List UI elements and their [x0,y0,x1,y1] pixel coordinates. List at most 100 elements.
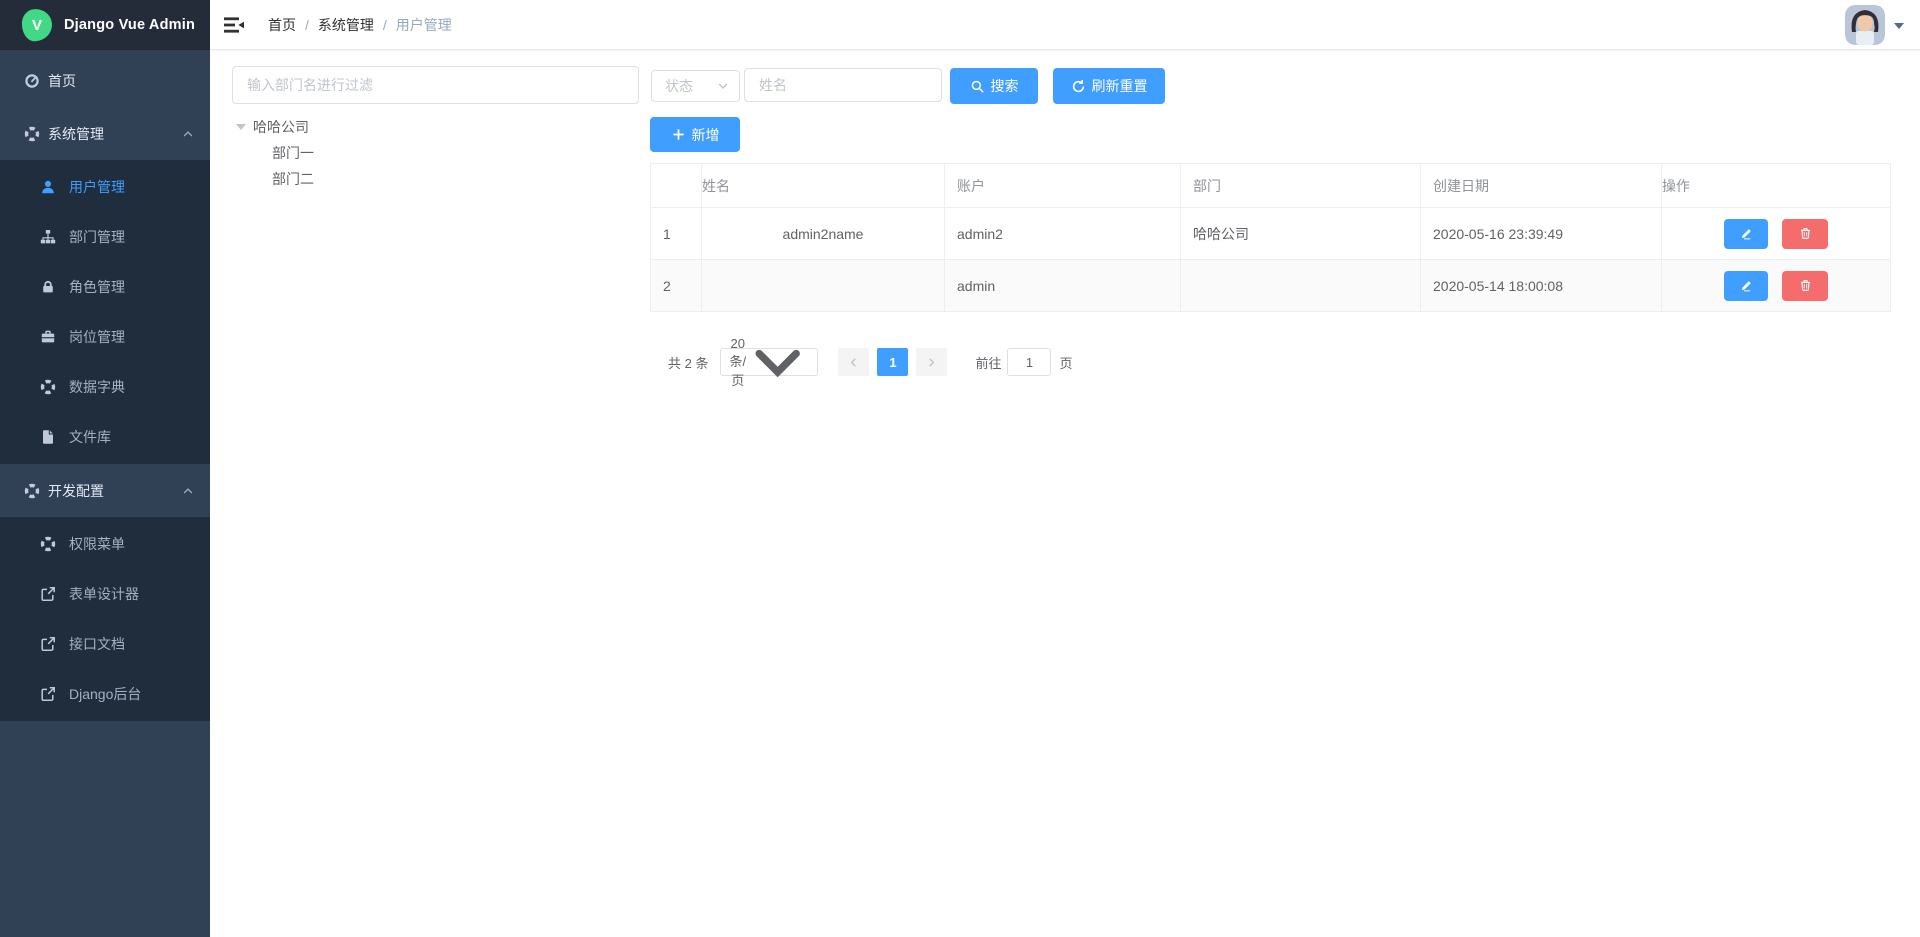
table-row: 2 admin 2020-05-14 18:00:08 [651,260,1891,312]
breadcrumb: 首页 / 系统管理 / 用户管理 [268,0,452,50]
cell-index: 1 [651,208,702,260]
breadcrumb-item-system[interactable]: 系统管理 [318,15,374,35]
lock-icon [40,279,56,295]
sidebar-item-label: 数据字典 [69,377,125,397]
table-row: 1 admin2name admin2 哈哈公司 2020-05-16 23:3… [651,208,1891,260]
external-link-icon [40,636,56,652]
lifebuoy-icon [40,379,56,395]
avatar[interactable] [1845,5,1885,45]
delete-button[interactable] [1782,271,1828,301]
pencil-icon [1740,227,1753,240]
sidebar-item-label: Django后台 [69,684,141,704]
name-filter-input[interactable] [744,68,942,102]
sidebar-item-django-admin[interactable]: Django后台 [0,669,210,719]
submenu-system-mgmt: 用户管理 部门管理 角色管理 岗位管理 数据字典 文件库 [0,160,210,464]
sidebar-item-label: 权限菜单 [69,534,125,554]
col-header-name: 姓名 [702,164,945,208]
plus-icon [671,127,686,142]
chevron-right-icon [926,357,937,368]
page-number-current[interactable]: 1 [877,348,908,376]
sidebar-item-home[interactable]: 首页 [0,54,210,107]
trash-icon [1799,279,1812,292]
caret-down-icon[interactable] [1894,23,1904,29]
user-icon [40,179,56,195]
search-button-label: 搜索 [991,76,1019,96]
sidebar: V Django Vue Admin 首页 系统管理 用户管理 部门管理 角色管… [0,0,210,937]
tree-node-label: 哈哈公司 [253,117,309,137]
tree-node-label: 部门二 [272,169,314,189]
goto-page-input[interactable] [1007,348,1051,376]
breadcrumb-item-current: 用户管理 [396,15,452,35]
sidebar-item-dev-config[interactable]: 开发配置 [0,464,210,517]
dashboard-icon [24,73,40,89]
sidebar-item-label: 开发配置 [48,481,104,501]
tree-node-root[interactable]: 哈哈公司 [230,114,314,140]
topbar [210,0,1920,50]
chevron-up-icon [182,485,194,497]
lifebuoy-icon [24,483,40,499]
edit-button[interactable] [1724,271,1768,301]
sidebar-item-role-mgmt[interactable]: 角色管理 [0,262,210,312]
chevron-down-icon [746,287,809,437]
pencil-icon [1740,279,1753,292]
search-icon [970,79,985,94]
org-chart-icon [40,229,56,245]
edit-button[interactable] [1724,219,1768,249]
cell-name: admin2name [702,208,945,260]
sidebar-item-dept-mgmt[interactable]: 部门管理 [0,212,210,262]
table-header-row: 姓名 账户 部门 创建日期 操作 [651,164,1891,208]
col-header-dept: 部门 [1181,164,1421,208]
delete-button[interactable] [1782,219,1828,249]
document-icon [40,429,56,445]
sidebar-item-api-docs[interactable]: 接口文档 [0,619,210,669]
sidebar-collapse-icon[interactable] [224,15,245,35]
user-table: 姓名 账户 部门 创建日期 操作 1 admin2name admin2 哈哈公… [650,163,1890,312]
submenu-dev-config: 权限菜单 表单设计器 接口文档 Django后台 [0,517,210,721]
chevron-up-icon [182,128,194,140]
sidebar-item-system-mgmt[interactable]: 系统管理 [0,107,210,160]
refresh-reset-button[interactable]: 刷新重置 [1053,68,1165,104]
col-header-index [651,164,702,208]
sidebar-item-data-dict[interactable]: 数据字典 [0,362,210,412]
breadcrumb-item-home[interactable]: 首页 [268,15,296,35]
col-header-account: 账户 [945,164,1181,208]
app-logo-letter: V [32,17,42,34]
tree-node-label: 部门一 [272,143,314,163]
page-unit-label: 页 [1059,353,1072,372]
dept-filter-input[interactable] [232,66,639,104]
pagination-total: 共 2 条 [668,353,708,372]
tree-node-child[interactable]: 部门二 [230,166,314,192]
cell-created: 2020-05-16 23:39:49 [1421,208,1662,260]
app-logo-icon: V [20,8,53,43]
sidebar-item-label: 文件库 [69,427,111,447]
page-size-select[interactable]: 20条/页 [720,348,818,376]
caret-down-icon[interactable] [236,124,246,130]
sidebar-item-post-mgmt[interactable]: 岗位管理 [0,312,210,362]
search-button[interactable]: 搜索 [950,68,1038,104]
sidebar-item-perm-menu[interactable]: 权限菜单 [0,519,210,569]
sidebar-item-label: 用户管理 [69,177,125,197]
cell-account: admin [945,260,1181,312]
sidebar-item-user-mgmt[interactable]: 用户管理 [0,162,210,212]
sidebar-item-label: 部门管理 [69,227,125,247]
breadcrumb-separator: / [305,17,309,33]
lifebuoy-icon [24,126,40,142]
cell-dept [1181,260,1421,312]
refresh-reset-label: 刷新重置 [1092,76,1148,96]
goto-label: 前往 [975,353,1001,372]
status-select[interactable]: 状态 [651,70,740,102]
cell-name [702,260,945,312]
prev-page-button[interactable] [838,348,869,376]
add-button-label: 新增 [692,125,720,145]
sidebar-item-form-designer[interactable]: 表单设计器 [0,569,210,619]
external-link-icon [40,586,56,602]
refresh-icon [1071,79,1086,94]
cell-index: 2 [651,260,702,312]
sidebar-item-file-library[interactable]: 文件库 [0,412,210,462]
next-page-button[interactable] [916,348,947,376]
col-header-actions: 操作 [1662,164,1891,208]
sidebar-item-label: 岗位管理 [69,327,125,347]
breadcrumb-separator: / [383,17,387,33]
add-button[interactable]: 新增 [650,117,740,152]
tree-node-child[interactable]: 部门一 [230,140,314,166]
